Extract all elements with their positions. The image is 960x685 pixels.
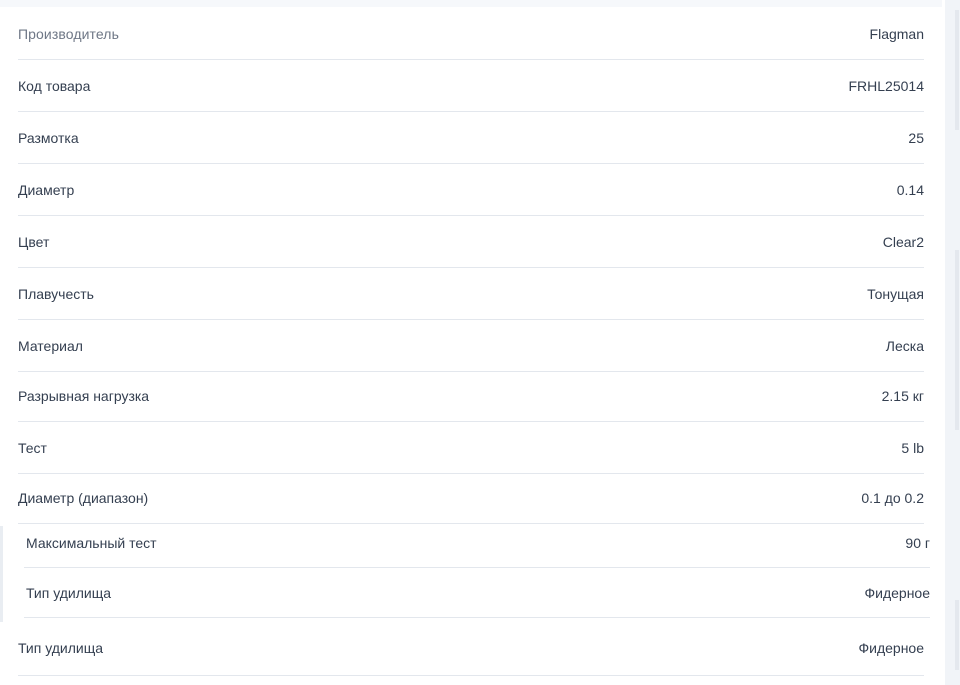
spec-label: Максимальный тест: [26, 534, 157, 551]
spec-label: Плавучесть: [18, 285, 94, 302]
spec-list: Производитель Flagman Код товара FRHL250…: [0, 8, 942, 678]
spec-label: Производитель: [18, 25, 119, 42]
spec-label: Материал: [18, 337, 83, 354]
spec-value: Фидерное: [864, 584, 930, 601]
spec-label: Цвет: [18, 233, 50, 250]
spec-label: Код товара: [18, 77, 91, 94]
spec-label: Диаметр (диапазон): [18, 489, 149, 506]
spec-row: Цвет Clear2: [18, 216, 924, 268]
spec-value: Flagman: [869, 25, 924, 42]
spec-label: Размотка: [18, 129, 79, 146]
spec-label: Разрывная нагрузка: [18, 387, 150, 404]
spec-value: Леска: [885, 337, 924, 354]
spec-value: 5 lb: [901, 439, 924, 456]
spec-value: 0.14: [896, 181, 924, 198]
spec-row: Максимальный тест 90 г: [24, 518, 930, 568]
spec-value: Тонущая: [867, 285, 924, 302]
right-side-panel: [945, 0, 960, 685]
spec-row: Разрывная нагрузка 2.15 кг: [18, 370, 924, 422]
spec-row: Материал Леска: [18, 320, 924, 372]
spec-row: Код товара FRHL25014: [18, 60, 924, 112]
top-edge: [0, 0, 942, 7]
spec-row: Тип удилища Фидерное: [18, 620, 924, 676]
spec-value: Фидерное: [858, 639, 924, 656]
spec-row: Тип удилища Фидерное: [24, 568, 930, 618]
spec-row: Плавучесть Тонущая: [18, 268, 924, 320]
spec-row: Диаметр (диапазон) 0.1 до 0.2: [18, 472, 924, 524]
spec-label: Тип удилища: [18, 639, 104, 656]
spec-label: Тест: [18, 439, 47, 456]
spec-row: Размотка 25: [18, 112, 924, 164]
spec-row: Диаметр 0.14: [18, 164, 924, 216]
spec-value: 0.1 до 0.2: [861, 489, 924, 506]
spec-label: Диаметр: [18, 181, 75, 198]
spec-row: Производитель Flagman: [18, 8, 924, 60]
spec-value: Clear2: [882, 233, 924, 250]
spec-value: 2.15 кг: [881, 387, 924, 404]
spec-row: Тест 5 lb: [18, 422, 924, 474]
panel-mark: [955, 600, 959, 670]
spec-value: FRHL25014: [848, 77, 925, 94]
panel-mark: [955, 250, 959, 430]
spec-value: 25: [908, 129, 924, 146]
spec-label: Тип удилища: [26, 584, 112, 601]
spec-value: 90 г: [905, 534, 930, 551]
panel-mark: [955, 10, 959, 130]
